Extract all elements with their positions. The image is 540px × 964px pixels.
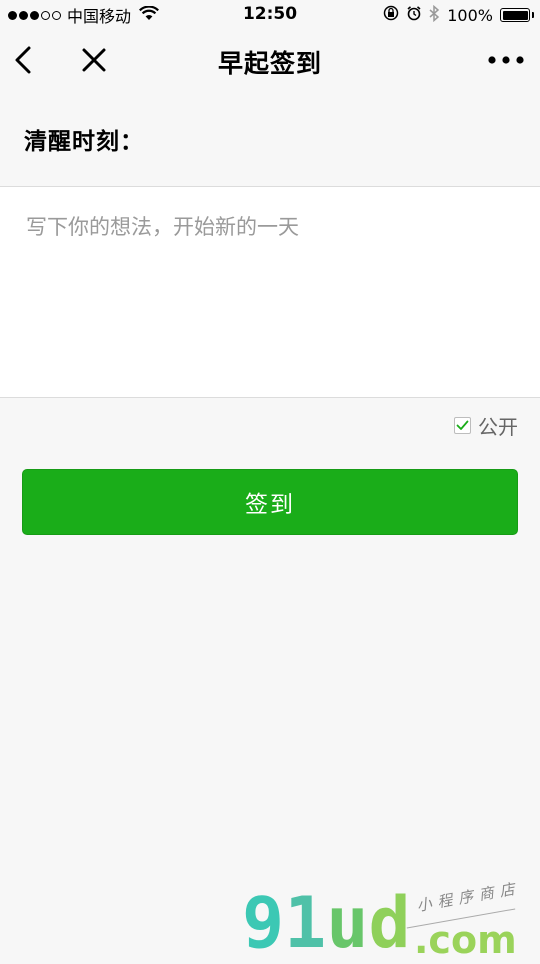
watermark-domain: .com [414, 918, 517, 962]
watermark-brand: 91ud [242, 888, 411, 958]
watermark-letter: 1 [284, 882, 327, 964]
alarm-icon [406, 5, 422, 25]
watermark-letter: u [326, 882, 369, 964]
thoughts-textarea-container [0, 186, 540, 398]
status-bar: 中国移动 12:50 100% [0, 0, 540, 30]
watermark-letter: d [368, 882, 411, 964]
more-dots-icon [486, 56, 526, 76]
watermark-letter: 9 [242, 882, 285, 964]
sign-in-button[interactable]: 签到 [22, 469, 518, 535]
public-checkbox[interactable] [454, 417, 471, 434]
more-button[interactable] [486, 48, 526, 72]
status-bar-right: 100% [383, 4, 534, 26]
page-title: 早起签到 [217, 49, 322, 78]
watermark-logo: 91ud 小程序商店 .com [236, 879, 540, 962]
battery-icon [500, 8, 534, 22]
public-label: 公开 [478, 415, 518, 439]
section-label: 清醒时刻： [24, 129, 144, 155]
navigation-bar: 早起签到 [0, 30, 540, 92]
bluetooth-icon [429, 4, 440, 26]
checkmark-icon [456, 420, 469, 430]
public-toggle[interactable]: 公开 [454, 411, 518, 440]
thoughts-textarea[interactable] [26, 211, 514, 381]
battery-percent: 100% [447, 5, 493, 25]
orientation-lock-icon [383, 5, 399, 25]
